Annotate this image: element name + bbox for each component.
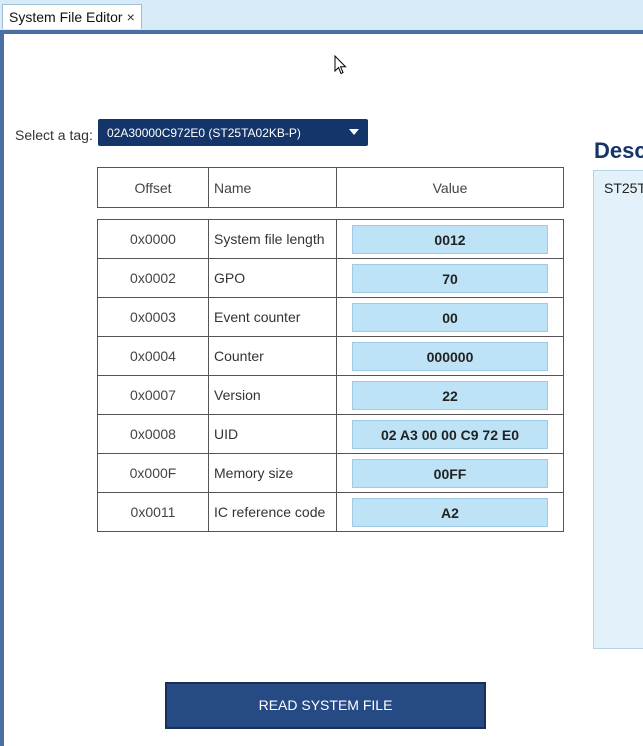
system-file-length-field[interactable]: 0012 (352, 224, 548, 254)
table-row: 0x0011 IC reference code A2 (97, 492, 564, 532)
table-row: 0x000F Memory size 00FF (97, 453, 564, 493)
memory-size-field[interactable]: 00FF (352, 458, 548, 488)
window-left-border (0, 30, 4, 746)
close-icon[interactable]: × (127, 9, 135, 25)
header-name: Name (208, 167, 337, 208)
uid-field[interactable]: 02 A3 00 00 C9 72 E0 (352, 419, 548, 449)
table-row: 0x0004 Counter 000000 (97, 336, 564, 376)
row-offset: 0x000F (97, 453, 209, 493)
row-name: UID (208, 414, 337, 454)
row-offset: 0x0008 (97, 414, 209, 454)
dropdown-arrow-icon (349, 129, 359, 135)
row-offset: 0x0011 (97, 492, 209, 532)
table-row: 0x0007 Version 22 (97, 375, 564, 415)
row-name: Counter (208, 336, 337, 376)
row-name: GPO (208, 258, 337, 298)
window-top-border (0, 30, 643, 34)
description-title: Desc (594, 138, 643, 163)
event-counter-field[interactable]: 00 (352, 302, 548, 332)
row-name: Event counter (208, 297, 337, 337)
row-name: IC reference code (208, 492, 337, 532)
header-value: Value (336, 167, 564, 208)
row-offset: 0x0000 (97, 219, 209, 259)
table-row: 0x0008 UID 02 A3 00 00 C9 72 E0 (97, 414, 564, 454)
mouse-pointer-icon (334, 55, 347, 75)
gpo-field[interactable]: 70 (352, 263, 548, 293)
table-row: 0x0000 System file length 0012 (97, 219, 564, 259)
read-system-file-button[interactable]: READ SYSTEM FILE (165, 682, 486, 729)
tab-system-file-editor[interactable]: System File Editor × (2, 4, 142, 29)
version-field[interactable]: 22 (352, 380, 548, 410)
row-offset: 0x0007 (97, 375, 209, 415)
table-row: 0x0002 GPO 70 (97, 258, 564, 298)
tab-title: System File Editor (9, 9, 123, 25)
tag-select-value: 02A30000C972E0 (ST25TA02KB-P) (107, 125, 301, 140)
header-offset: Offset (97, 167, 209, 208)
tag-select-label: Select a tag: (15, 127, 93, 143)
counter-field[interactable]: 000000 (352, 341, 548, 371)
table-row: 0x0003 Event counter 00 (97, 297, 564, 337)
row-name: System file length (208, 219, 337, 259)
row-name: Memory size (208, 453, 337, 493)
description-panel: ST25T (593, 170, 643, 649)
system-file-table: 0x0000 System file length 0012 0x0002 GP… (97, 219, 564, 532)
row-name: Version (208, 375, 337, 415)
row-offset: 0x0002 (97, 258, 209, 298)
row-offset: 0x0003 (97, 297, 209, 337)
row-offset: 0x0004 (97, 336, 209, 376)
description-text: ST25T (604, 180, 643, 196)
table-header: Offset Name Value (97, 167, 564, 208)
ic-reference-code-field[interactable]: A2 (352, 497, 548, 527)
tab-strip: System File Editor × (0, 0, 643, 30)
tag-select-dropdown[interactable]: 02A30000C972E0 (ST25TA02KB-P) (98, 119, 368, 146)
